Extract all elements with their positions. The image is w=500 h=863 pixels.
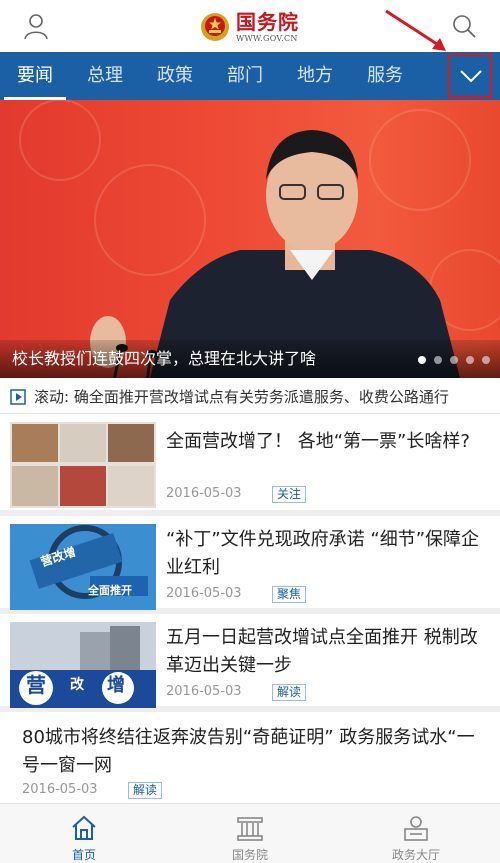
channel-nav: 要闻 总理 政策 部门 地方 服务 (0, 52, 500, 100)
hero-photo (19, 100, 500, 378)
news-item[interactable]: 营改增 全面推开 “补丁”文件兑现政府承诺 “细节”保障企业红利 2016-05… (0, 516, 500, 614)
logo-url: WWW.GOV.CN (236, 33, 298, 43)
tab-yaowen[interactable]: 要闻 (4, 52, 66, 100)
chevron-down-icon (460, 70, 482, 83)
top-header: 国务院 WWW.GOV.CN (0, 0, 500, 52)
tab-difang[interactable]: 地方 (284, 52, 346, 100)
news-tag: 关注 (272, 486, 307, 503)
news-item[interactable]: 营 改 增 五月一日起营改增试点全面推开 税制改革迈出关键一步 2016-05-… (0, 614, 500, 712)
tab-zhengce[interactable]: 政策 (144, 52, 206, 100)
news-item[interactable]: 80城市将终结往返奔波告别“奇葩证明” 政务服务试水“一号一窗一网 2016-0… (0, 712, 500, 804)
search-icon[interactable] (450, 12, 478, 40)
hero-carousel[interactable]: 校长教授们连鼓四次掌，总理在北大讲了啥 (0, 100, 500, 378)
bottom-nav: 首页 国务院 政务大厅 (0, 803, 500, 863)
carousel-dot[interactable] (466, 356, 474, 364)
news-tag: 解读 (272, 684, 307, 701)
news-title: “补丁”文件兑现政府承诺 “细节”保障企业红利 (166, 529, 480, 578)
news-tag: 解读 (128, 782, 163, 799)
user-icon[interactable] (22, 12, 50, 40)
news-item[interactable]: 全面营改增了！ 各地“第一票”长啥样? 2016-05-03 关注 (0, 414, 500, 516)
play-icon (10, 389, 26, 405)
bottom-tab-service-hall[interactable]: 政务大厅 (356, 804, 476, 863)
hero-caption[interactable]: 校长教授们连鼓四次掌，总理在北大讲了啥 (12, 345, 316, 369)
bottom-tab-home[interactable]: 首页 (24, 804, 144, 863)
bottom-tab-label: 国务院 (231, 848, 268, 862)
news-date: 2016-05-03 (166, 586, 242, 601)
carousel-dot[interactable] (450, 356, 458, 364)
news-thumbnail (10, 524, 156, 610)
tab-fuwu[interactable]: 服务 (354, 52, 416, 100)
service-hall-icon (404, 816, 428, 841)
carousel-dot[interactable] (418, 356, 426, 364)
scrolling-ticker[interactable]: 滚动: 确全面推开营改增试点有关劳务派遣服务、收费公路通行 (0, 380, 500, 414)
expand-channels-button[interactable] (448, 54, 492, 98)
carousel-dot[interactable] (482, 356, 490, 364)
news-thumbnail (10, 422, 156, 508)
carousel-dots (418, 356, 490, 364)
building-icon (237, 817, 263, 841)
thumb-text: 全面推开 (88, 584, 132, 597)
annotation-arrow-icon (385, 9, 446, 51)
home-icon (72, 815, 96, 840)
bottom-tab-state-council[interactable]: 国务院 (190, 804, 310, 863)
news-date: 2016-05-03 (166, 486, 242, 501)
news-title: 全面营改增了！ 各地“第一票”长啥样? (166, 431, 470, 452)
news-title: 80城市将终结往返奔波告别“奇葩证明” 政务服务试水“一号一窗一网 (22, 727, 475, 776)
gov-logo[interactable]: 国务院 WWW.GOV.CN (200, 8, 299, 46)
thumb-text: 营 (26, 673, 46, 697)
national-emblem-icon (201, 13, 229, 41)
news-date: 2016-05-03 (22, 782, 98, 797)
bottom-tab-label: 首页 (71, 848, 96, 862)
logo-title: 国务院 (236, 9, 299, 34)
thumb-text: 增 (107, 675, 125, 696)
ticker-text: 滚动: 确全面推开营改增试点有关劳务派遣服务、收费公路通行 (34, 388, 449, 406)
news-date: 2016-05-03 (166, 684, 242, 699)
carousel-dot[interactable] (434, 356, 442, 364)
bottom-tab-label: 政务大厅 (391, 848, 440, 862)
tab-bumen[interactable]: 部门 (214, 52, 276, 100)
thumb-text: 改 (70, 677, 84, 693)
news-tag: 聚焦 (272, 586, 307, 603)
news-title: 五月一日起营改增试点全面推开 税制改革迈出关键一步 (166, 627, 478, 676)
tab-zongli[interactable]: 总理 (74, 52, 136, 100)
